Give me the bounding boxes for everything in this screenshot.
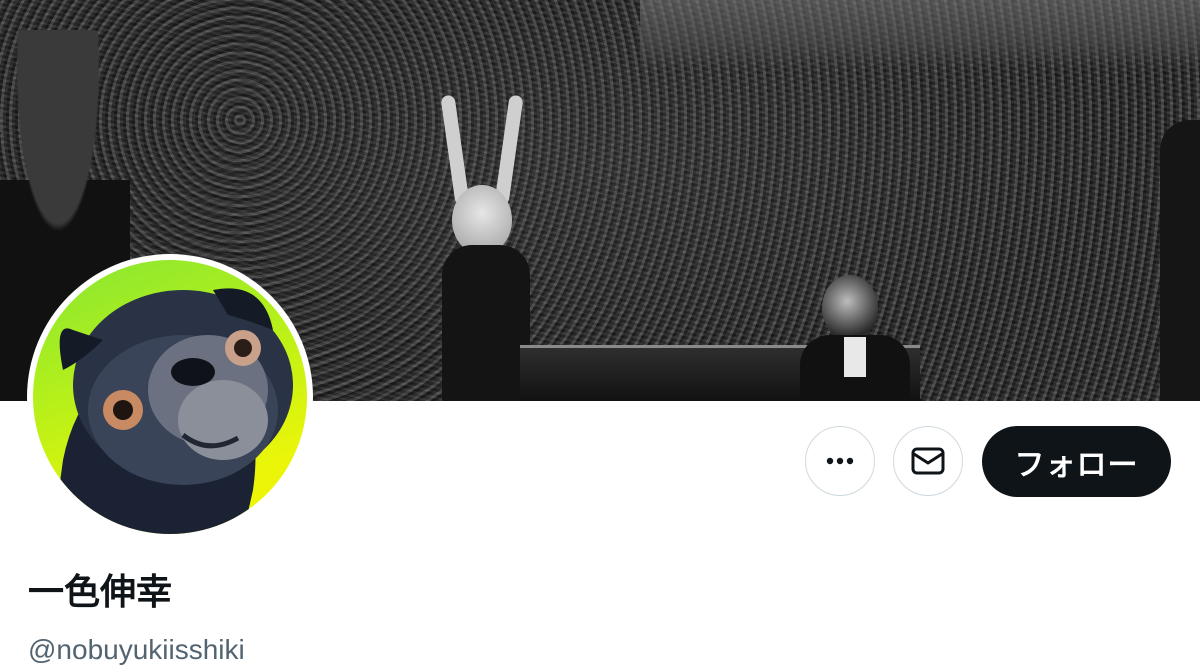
profile-handle: @nobuyukiisshiki [28,634,245,665]
profile-page: フォロー 一色伸幸 @nobuyukiisshiki [0,0,1200,668]
banner-figure-right [1160,120,1200,401]
banner-performer [438,94,530,401]
more-horizontal-icon [826,457,854,465]
avatar-image [33,260,307,534]
profile-display-name: 一色伸幸 [28,572,173,613]
envelope-icon [911,447,945,475]
follow-button-label: フォロー [1014,447,1139,483]
avatar[interactable] [27,254,313,540]
banner-pianist [800,275,910,401]
pug-illustration [53,288,293,534]
more-options-button[interactable] [805,426,875,496]
message-button[interactable] [893,426,963,496]
banner-trees [640,0,1200,70]
follow-button[interactable]: フォロー [982,426,1171,497]
